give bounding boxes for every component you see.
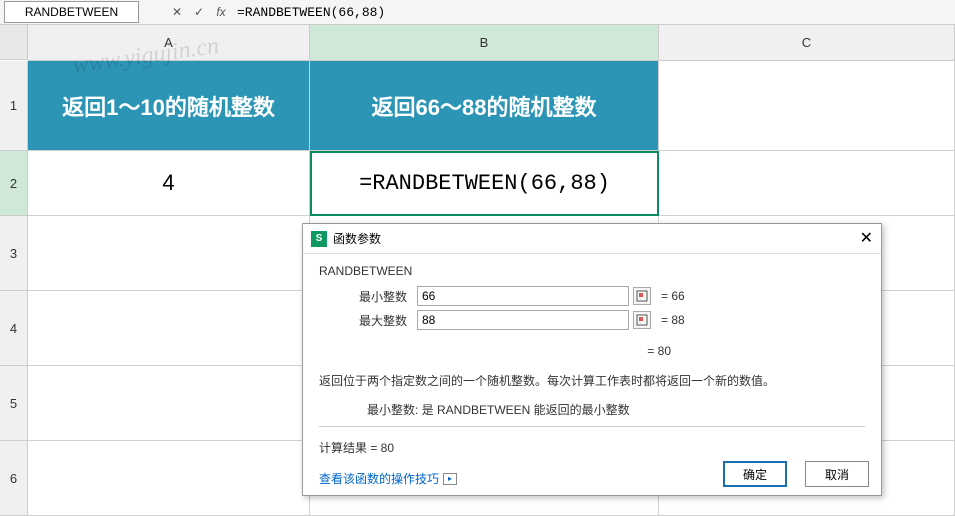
function-result: = 80 (319, 344, 865, 358)
dialog-titlebar[interactable]: S 函数参数 ✕ (303, 224, 881, 254)
cell-a1[interactable]: 返回1～10的随机整数 (28, 61, 310, 151)
cell-b2[interactable]: =RANDBETWEEN(66,88) (310, 151, 659, 216)
cancel-button[interactable]: 取消 (805, 461, 869, 487)
row-header-2[interactable]: 2 (0, 151, 28, 216)
cell-a3[interactable] (28, 216, 310, 291)
function-args-dialog: S 函数参数 ✕ RANDBETWEEN 最小整数 = 66 最大整数 = 88… (302, 223, 882, 496)
param-max-row: 最大整数 = 88 (319, 310, 865, 330)
formula-input[interactable]: =RANDBETWEEN(66,88) (229, 0, 955, 25)
param-min-row: 最小整数 = 66 (319, 286, 865, 306)
formula-bar: RANDBETWEEN ✕ ✓ fx =RANDBETWEEN(66,88) (0, 0, 955, 25)
accept-icon[interactable]: ✓ (191, 4, 207, 20)
app-logo-icon: S (311, 231, 327, 247)
divider (319, 426, 865, 427)
select-all-corner[interactable] (0, 25, 28, 60)
range-picker-icon[interactable] (633, 287, 651, 305)
col-header-a[interactable]: A (28, 25, 310, 61)
param-min-input[interactable] (417, 286, 629, 306)
param-min-result: = 66 (661, 289, 685, 303)
dialog-buttons: 确定 取消 (723, 461, 869, 487)
row-header-4[interactable]: 4 (0, 291, 28, 366)
row-header-1[interactable]: 1 (0, 61, 28, 151)
param-min-label: 最小整数 (319, 288, 417, 305)
col-header-b[interactable]: B (310, 25, 659, 61)
help-link-text: 查看该函数的操作技巧 (319, 470, 439, 487)
param-description: 最小整数: 是 RANDBETWEEN 能返回的最小整数 (319, 401, 865, 418)
calc-result: 计算结果 = 80 (319, 439, 394, 456)
function-description: 返回位于两个指定数之间的一个随机整数。每次计算工作表时都将返回一个新的数值。 (319, 372, 865, 391)
function-name: RANDBETWEEN (319, 264, 865, 278)
row-header-6[interactable]: 6 (0, 441, 28, 516)
dialog-body: RANDBETWEEN 最小整数 = 66 最大整数 = 88 = 80 返回位… (303, 254, 881, 495)
param-max-label: 最大整数 (319, 312, 417, 329)
row-header-5[interactable]: 5 (0, 366, 28, 441)
row-header-3[interactable]: 3 (0, 216, 28, 291)
cell-a6[interactable] (28, 441, 310, 516)
cell-a4[interactable] (28, 291, 310, 366)
param-max-result: = 88 (661, 313, 685, 327)
name-box[interactable]: RANDBETWEEN (4, 1, 139, 23)
cancel-icon[interactable]: ✕ (169, 4, 185, 20)
dialog-footer: 计算结果 = 80 (319, 435, 865, 462)
ok-button[interactable]: 确定 (723, 461, 787, 487)
cell-c2[interactable] (659, 151, 955, 216)
cell-a2[interactable]: 4 (28, 151, 310, 216)
cell-b1[interactable]: 返回66～88的随机整数 (310, 61, 659, 151)
cell-c1[interactable] (659, 61, 955, 151)
dialog-title: 函数参数 (333, 230, 860, 247)
video-icon: ▸ (443, 473, 457, 485)
param-max-input[interactable] (417, 310, 629, 330)
close-icon[interactable]: ✕ (860, 232, 873, 246)
cell-a5[interactable] (28, 366, 310, 441)
range-picker-icon[interactable] (633, 311, 651, 329)
help-link[interactable]: 查看该函数的操作技巧 ▸ (319, 470, 457, 487)
col-header-c[interactable]: C (659, 25, 955, 61)
formula-controls: ✕ ✓ fx (169, 4, 229, 20)
fx-icon[interactable]: fx (213, 4, 229, 20)
